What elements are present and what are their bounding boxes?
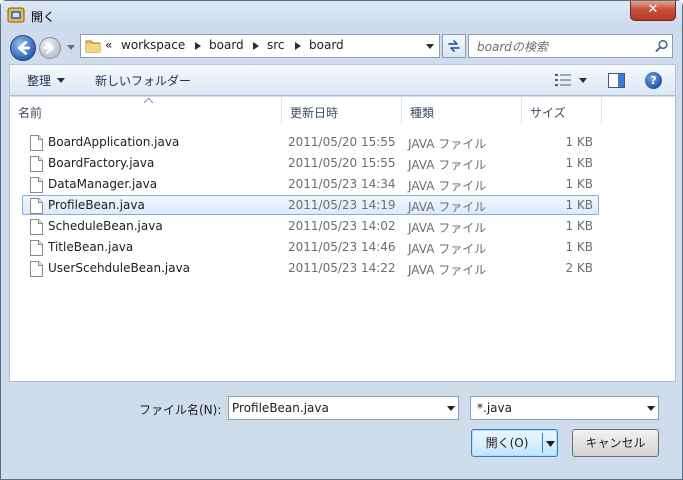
file-date: 2011/05/23 14:46 [288, 240, 396, 254]
file-name: ProfileBean.java [48, 198, 145, 212]
chevron-down-icon[interactable] [579, 78, 587, 83]
breadcrumb-separator-icon[interactable] [295, 42, 301, 50]
open-button-label: 開く(O) [485, 436, 529, 450]
file-row[interactable]: DataManager.java 2011/05/23 14:34 JAVA ファイ… [22, 174, 599, 194]
navigation-bar: « workspace board src board [1, 31, 682, 63]
breadcrumb-board[interactable]: board [209, 38, 244, 52]
file-list: 名前 更新日時 種類 サイズ BoardApplication.java 2011… [9, 97, 676, 382]
breadcrumb-board-current[interactable]: board [309, 38, 344, 52]
file-date: 2011/05/23 14:22 [288, 261, 396, 275]
file-type: JAVA ファイル [408, 221, 487, 235]
file-icon [30, 219, 43, 235]
file-type: JAVA ファイル [408, 263, 487, 277]
file-size: 1 KB [565, 156, 593, 170]
column-header-label: サイズ [530, 106, 566, 120]
file-row[interactable]: BoardApplication.java 2011/05/20 15:55 JAV… [22, 132, 599, 152]
file-type: JAVA ファイル [408, 137, 487, 151]
file-type: JAVA ファイル [408, 158, 487, 172]
filename-input[interactable] [232, 400, 437, 416]
app-icon [7, 7, 25, 23]
file-size: 1 KB [565, 177, 593, 191]
address-bar[interactable]: « workspace board src board [80, 34, 440, 58]
file-name: ScheduleBean.java [48, 219, 163, 233]
file-type: JAVA ファイル [408, 179, 487, 193]
file-size: 1 KB [565, 219, 593, 233]
search-input[interactable] [477, 38, 647, 55]
file-size: 1 KB [565, 240, 593, 254]
filename-label: ファイル名(N): [139, 403, 222, 417]
folder-icon [85, 40, 101, 53]
column-header-label: 種類 [410, 106, 435, 120]
breadcrumb-separator-icon[interactable] [195, 42, 201, 50]
file-icon [30, 261, 43, 277]
column-header-label: 更新日時 [290, 106, 339, 120]
file-icon [30, 135, 43, 151]
command-toolbar: 整理 新しいフォルダー ? [9, 64, 676, 96]
chevron-down-icon[interactable] [546, 441, 555, 447]
file-type-value: *.java [477, 401, 512, 415]
file-row[interactable]: TitleBean.java 2011/05/23 14:46 JAVA ファイル 1… [22, 237, 599, 257]
recent-locations-chevron-icon[interactable] [66, 42, 76, 52]
file-date: 2011/05/20 15:55 [288, 156, 396, 170]
file-size: 2 KB [565, 261, 593, 275]
title-bar: 開く ✕ [1, 1, 682, 31]
cancel-button[interactable]: キャンセル [572, 429, 659, 457]
refresh-icon [448, 40, 460, 52]
file-row[interactable]: ScheduleBean.java 2011/05/23 14:02 JAVA ファ… [22, 216, 599, 236]
open-button[interactable]: 開く(O) [471, 429, 558, 457]
file-icon [30, 156, 43, 172]
chevron-down-icon[interactable] [425, 43, 435, 51]
window-title: 開く [31, 10, 56, 24]
sort-ascending-icon [144, 98, 153, 103]
file-date: 2011/05/23 14:34 [288, 177, 396, 191]
close-button[interactable]: ✕ [630, 1, 676, 21]
filename-combobox[interactable] [228, 396, 459, 420]
file-icon [30, 240, 43, 256]
column-header-date[interactable]: 更新日時 [282, 97, 402, 124]
file-date: 2011/05/23 14:19 [288, 198, 396, 212]
search-box[interactable] [468, 34, 673, 58]
file-size: 1 KB [565, 198, 593, 212]
open-file-dialog: 開く ✕ « workspace board src board boardの検… [0, 0, 683, 480]
new-folder-button[interactable]: 新しいフォルダー [95, 72, 191, 89]
view-list-icon[interactable] [555, 73, 571, 87]
file-icon [30, 177, 43, 193]
file-type: JAVA ファイル [408, 200, 487, 214]
file-date: 2011/05/20 15:55 [288, 135, 396, 149]
arrow-right-icon [43, 42, 54, 54]
column-header-size[interactable]: サイズ [522, 97, 602, 124]
file-date: 2011/05/23 14:02 [288, 219, 396, 233]
file-row[interactable]: ProfileBean.java 2011/05/23 14:19 JAVA ファイ… [22, 195, 599, 215]
organize-button[interactable]: 整理 [27, 72, 51, 89]
breadcrumb-overflow[interactable]: « [105, 38, 112, 52]
forward-button[interactable] [39, 37, 61, 59]
search-icon[interactable] [655, 39, 669, 53]
file-icon [30, 198, 43, 214]
chevron-down-icon[interactable] [447, 406, 455, 411]
file-type-select[interactable]: *.java [470, 396, 659, 420]
chevron-down-icon[interactable] [647, 406, 655, 411]
file-name: DataManager.java [48, 177, 158, 191]
file-row[interactable]: UserScehduleBean.java 2011/05/23 14:22 JAV… [22, 258, 599, 278]
preview-pane-icon[interactable] [608, 73, 625, 88]
column-header-name[interactable]: 名前 [10, 97, 282, 124]
file-row[interactable]: BoardFactory.java 2011/05/20 15:55 JAVA ファ… [22, 153, 599, 173]
file-name: BoardApplication.java [48, 135, 180, 149]
file-size: 1 KB [565, 135, 593, 149]
breadcrumb-workspace[interactable]: workspace [121, 38, 185, 52]
back-button[interactable] [10, 35, 36, 61]
split-divider [542, 433, 543, 453]
arrow-left-icon [17, 41, 30, 55]
breadcrumb-src[interactable]: src [267, 38, 285, 52]
column-header-label: 名前 [18, 106, 43, 120]
file-name: UserScehduleBean.java [48, 261, 191, 275]
file-name: TitleBean.java [48, 240, 134, 254]
column-header-type[interactable]: 種類 [402, 97, 522, 124]
help-icon[interactable]: ? [645, 72, 662, 89]
file-name: BoardFactory.java [48, 156, 155, 170]
breadcrumb-separator-icon[interactable] [253, 42, 259, 50]
chevron-down-icon[interactable] [57, 78, 65, 83]
refresh-button[interactable] [442, 34, 466, 58]
file-type: JAVA ファイル [408, 242, 487, 256]
